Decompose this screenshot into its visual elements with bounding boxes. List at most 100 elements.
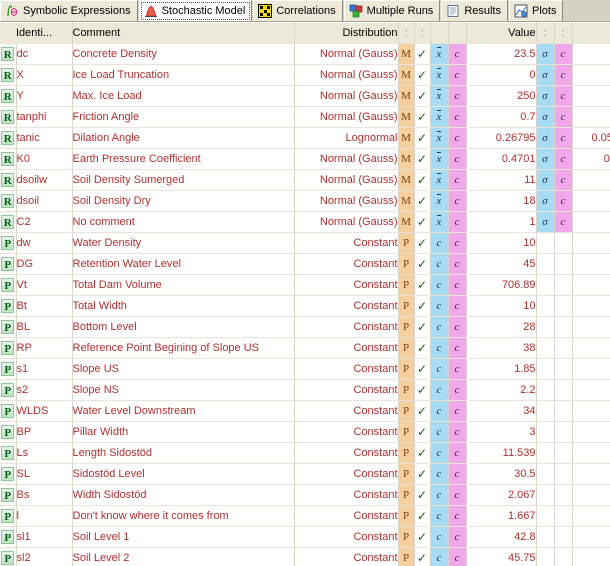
row-type-flag[interactable]: R <box>0 64 17 86</box>
cell-param2-mode[interactable]: c <box>554 190 573 212</box>
cell-comment[interactable]: Earth Pressure Coefficient <box>72 148 295 170</box>
cell-param1-symbol[interactable]: c <box>430 274 449 296</box>
cell-param1-symbol[interactable]: x <box>430 148 449 170</box>
checkmark-icon[interactable]: ✓ <box>414 526 431 548</box>
cell-comment[interactable]: Slope NS <box>72 379 295 401</box>
cell-identifier[interactable]: Bt <box>16 295 73 317</box>
row-type-flag[interactable]: P <box>0 379 17 401</box>
cell-comment[interactable]: Soil Density Sumerged <box>72 169 295 191</box>
cell-param2-mode[interactable]: c <box>554 43 573 65</box>
cell-value2[interactable] <box>572 505 610 527</box>
cell-value2[interactable] <box>572 421 610 443</box>
row-type-flag[interactable]: R <box>0 148 17 170</box>
row-type-flag[interactable]: P <box>0 421 17 443</box>
cell-distribution[interactable]: Constant <box>294 484 399 506</box>
cell-param1-symbol[interactable]: c <box>430 547 449 566</box>
cell-value2[interactable] <box>572 526 610 548</box>
cell-param2-mode[interactable] <box>554 463 573 485</box>
cell-identifier[interactable]: Ls <box>16 442 73 464</box>
cell-param1-symbol[interactable]: c <box>430 379 449 401</box>
cell-param2-mode[interactable]: c <box>554 64 573 86</box>
cell-param2-mode[interactable] <box>554 316 573 338</box>
cell-comment[interactable]: Slope US <box>72 358 295 380</box>
cell-param1-mode[interactable]: c <box>448 463 467 485</box>
col-header-comment[interactable]: Comment <box>72 22 295 44</box>
cell-distribution[interactable]: Constant <box>294 421 399 443</box>
cell-value1[interactable]: 1 <box>466 211 537 233</box>
cell-value1[interactable]: 0 <box>466 64 537 86</box>
cell-param1-symbol[interactable]: x <box>430 127 449 149</box>
cell-comment[interactable]: Sidostöd Level <box>72 463 295 485</box>
cell-comment[interactable]: Water Level Downstream <box>72 400 295 422</box>
cell-param1-mode[interactable]: c <box>448 232 467 254</box>
cell-kind-badge[interactable]: P <box>398 295 415 317</box>
col-header-identifier[interactable]: Identi... <box>16 22 73 44</box>
cell-value1[interactable]: 11.539 <box>466 442 537 464</box>
cell-value2[interactable] <box>572 232 610 254</box>
cell-param2-mode[interactable]: c <box>554 85 573 107</box>
cell-identifier[interactable]: s1 <box>16 358 73 380</box>
row-type-flag[interactable]: R <box>0 106 17 128</box>
checkmark-icon[interactable]: ✓ <box>414 85 431 107</box>
row-type-flag[interactable]: P <box>0 400 17 422</box>
cell-comment[interactable]: Water Density <box>72 232 295 254</box>
cell-identifier[interactable]: tanic <box>16 127 73 149</box>
cell-param1-mode[interactable]: c <box>448 316 467 338</box>
cell-value2[interactable] <box>572 463 610 485</box>
checkmark-icon[interactable]: ✓ <box>414 190 431 212</box>
cell-param2-mode[interactable] <box>554 337 573 359</box>
cell-value1[interactable]: 34 <box>466 400 537 422</box>
cell-value1[interactable]: 3 <box>466 421 537 443</box>
cell-comment[interactable]: Total Dam Volume <box>72 274 295 296</box>
row-type-flag[interactable]: P <box>0 232 17 254</box>
cell-value1[interactable]: 10 <box>466 232 537 254</box>
cell-identifier[interactable]: l <box>16 505 73 527</box>
cell-distribution[interactable]: Constant <box>294 253 399 275</box>
cell-param1-mode[interactable]: c <box>448 358 467 380</box>
cell-comment[interactable]: No comment <box>72 211 295 233</box>
cell-identifier[interactable]: Bs <box>16 484 73 506</box>
table-row[interactable]: R K0 Earth Pressure Coefficient Normal (Gau… <box>0 148 610 170</box>
tab-results[interactable]: Results <box>441 0 508 21</box>
cell-comment[interactable]: Soil Level 2 <box>72 547 295 566</box>
cell-value2[interactable]: 0.035 <box>572 106 610 128</box>
cell-distribution[interactable]: Constant <box>294 547 399 566</box>
cell-param1-symbol[interactable]: x <box>430 190 449 212</box>
cell-param1-mode[interactable]: c <box>448 505 467 527</box>
row-type-flag[interactable]: P <box>0 274 17 296</box>
cell-value1[interactable]: 250 <box>466 85 537 107</box>
cell-param2-mode[interactable] <box>554 442 573 464</box>
cell-param2-symbol[interactable]: σ <box>536 43 555 65</box>
checkmark-icon[interactable]: ✓ <box>414 505 431 527</box>
table-row[interactable]: P RP Reference Point Begining of Slope US C… <box>0 337 610 359</box>
cell-param1-mode[interactable]: c <box>448 43 467 65</box>
table-row[interactable]: P Bt Total Width Constant P ✓ c c 10 <box>0 295 610 317</box>
cell-param2-symbol[interactable] <box>536 274 555 296</box>
cell-param2-symbol[interactable] <box>536 547 555 566</box>
cell-comment[interactable]: Friction Angle <box>72 106 295 128</box>
cell-value1[interactable]: 0.26795 <box>466 127 537 149</box>
cell-distribution[interactable]: Constant <box>294 295 399 317</box>
cell-value1[interactable]: 23.5 <box>466 43 537 65</box>
table-row[interactable]: Pdw Water Density Constant P ✓ c c 10 <box>0 232 610 254</box>
cell-param1-mode[interactable]: c <box>448 337 467 359</box>
cell-param2-mode[interactable] <box>554 274 573 296</box>
cell-identifier[interactable]: Y <box>16 85 73 107</box>
cell-param1-mode[interactable]: c <box>448 484 467 506</box>
cell-distribution[interactable]: Normal (Gauss) <box>294 64 399 86</box>
checkmark-icon[interactable]: ✓ <box>414 295 431 317</box>
cell-kind-badge[interactable]: P <box>398 484 415 506</box>
cell-distribution[interactable]: Normal (Gauss) <box>294 43 399 65</box>
cell-value2[interactable]: 25 <box>572 85 610 107</box>
cell-value2[interactable]: 0.0535898 <box>572 127 610 149</box>
row-type-flag[interactable]: P <box>0 295 17 317</box>
cell-identifier[interactable]: sl2 <box>16 547 73 566</box>
cell-distribution[interactable]: Constant <box>294 442 399 464</box>
cell-kind-badge[interactable]: M <box>398 43 415 65</box>
table-row[interactable]: Rdc Concrete Density Normal (Gauss) M ✓ x c 23.… <box>0 43 610 65</box>
cell-param1-mode[interactable]: c <box>448 127 467 149</box>
col-header-enabled[interactable]: : <box>414 22 431 44</box>
cell-value2[interactable]: 1 <box>572 64 610 86</box>
cell-param2-mode[interactable] <box>554 400 573 422</box>
cell-param1-mode[interactable]: c <box>448 106 467 128</box>
